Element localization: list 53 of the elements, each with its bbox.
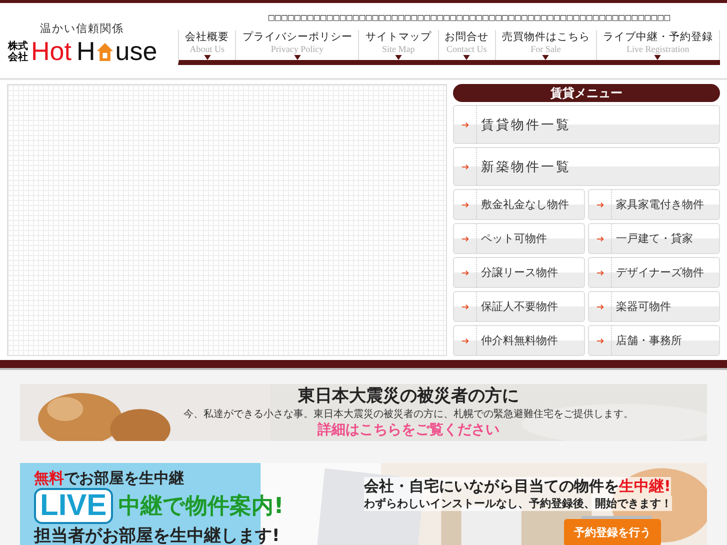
- banner-headline: 中継で物件案内!: [118, 492, 284, 521]
- menu-title: 賃貸メニュー: [453, 84, 720, 102]
- menu-item[interactable]: 仲介料無料物件: [453, 325, 585, 356]
- caret-icon: [463, 55, 470, 60]
- menu-item[interactable]: 楽器可物件: [588, 291, 720, 322]
- nav-link[interactable]: プライバシーポリシー Privacy Policy: [236, 30, 360, 60]
- menu-item[interactable]: 分譲リース物件: [453, 257, 585, 288]
- nav-link[interactable]: 会社概要 About Us: [179, 30, 236, 60]
- arrow-icon: [462, 164, 468, 170]
- arrow-icon: [462, 338, 468, 344]
- company-type-label: 株式会社: [8, 40, 29, 62]
- menu-item[interactable]: ペット可物件: [453, 223, 585, 254]
- arrow-icon: [596, 202, 604, 208]
- caret-icon: [204, 55, 211, 60]
- arrow-icon: [596, 338, 604, 344]
- menu-item[interactable]: 店舗・事務所: [588, 325, 720, 356]
- arrow-icon: [462, 122, 468, 128]
- menu-item[interactable]: 賃貸物件一覧: [453, 105, 720, 144]
- live-label: LIVE: [34, 488, 113, 524]
- logo-word: use: [115, 36, 158, 67]
- banner-title: 東日本大震災の被災者の方に: [298, 385, 519, 407]
- live-banner[interactable]: 無料でお部屋を生中継 LIVE 中継で物件案内! 担当者がお部屋を生中継します! 会社・自宅にいながら目当ての物件を生中継! わずらわしいインストールなし、予約登録後、開始できます！ 予約登録を行う: [20, 463, 707, 545]
- menu-item[interactable]: デザイナーズ物件: [588, 257, 720, 288]
- caret-icon: [294, 55, 301, 60]
- arrow-icon: [462, 236, 468, 242]
- banner-text: 今、私達ができる小さな事。東日本大震災の被災者の方に、札幌での緊急避難住宅をご提供します。: [184, 408, 634, 421]
- menu-item[interactable]: 敷金礼金なし物件: [453, 189, 585, 220]
- logo-word: Hot: [31, 36, 72, 67]
- house-icon: [96, 42, 114, 62]
- nav-link[interactable]: 売買物件はこちら For Sale: [496, 30, 597, 60]
- nav-link[interactable]: ライブ中継・予約登録 Live Registration: [596, 30, 720, 60]
- disaster-banner[interactable]: 東日本大震災の被災者の方に 今、私達ができる小さな事。東日本大震災の被災者の方に、札幌での緊急避難住宅をご提供します。 詳細はこちらをご覧ください: [20, 384, 707, 441]
- banner-text: 担当者がお部屋を生中継します!: [34, 525, 281, 545]
- arrow-icon: [462, 202, 468, 208]
- menu-item[interactable]: 一戸建て・貸家: [588, 223, 720, 254]
- menu-item[interactable]: 家具家電付き物件: [588, 189, 720, 220]
- logo-word: H: [76, 36, 96, 67]
- caret-icon: [654, 55, 662, 60]
- arrow-icon: [596, 304, 604, 310]
- logo-tagline: 温かい信頼関係: [40, 21, 125, 36]
- arrow-icon: [596, 236, 604, 242]
- banner-subtitle: 無料でお部屋を生中継: [34, 469, 185, 488]
- arrow-icon: [596, 270, 604, 276]
- menu-item[interactable]: 保証人不要物件: [453, 291, 585, 322]
- menu-item[interactable]: 新築物件一覧: [453, 147, 720, 186]
- caret-icon: [542, 55, 550, 60]
- banner-title: 会社・自宅にいながら目当ての物件を生中継!: [364, 477, 671, 496]
- caret-icon: [394, 55, 402, 60]
- nav-link[interactable]: サイトマップ Site Map: [359, 30, 439, 60]
- arrow-icon: [462, 304, 468, 310]
- nav-link[interactable]: お問合せ Contact Us: [438, 30, 496, 60]
- arrow-icon: [462, 270, 468, 276]
- banner-text: わずらわしいインストールなし、予約登録後、開始できます！: [364, 496, 672, 511]
